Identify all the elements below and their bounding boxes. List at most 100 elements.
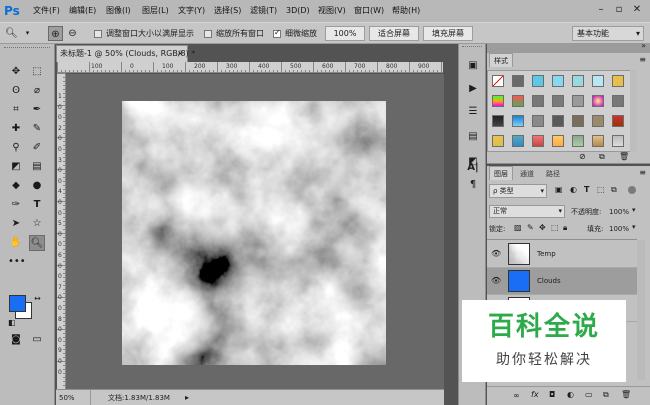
- adjustment-layer-icon[interactable]: ◐: [567, 390, 574, 399]
- blend-mode-select[interactable]: 正常 ▾: [489, 205, 565, 218]
- style-preset[interactable]: [492, 95, 504, 107]
- style-preset[interactable]: [572, 115, 584, 127]
- zoom-in-icon[interactable]: ⊕: [48, 26, 63, 41]
- new-group-icon[interactable]: ▭: [585, 390, 593, 399]
- layers-scrollbar[interactable]: [637, 240, 645, 380]
- more-tools-icon[interactable]: •••: [8, 254, 26, 270]
- lock-transparent-icon[interactable]: ▨: [514, 223, 522, 232]
- clouds-canvas-image[interactable]: [122, 101, 386, 365]
- style-preset[interactable]: [592, 135, 604, 147]
- styles-scrollbar[interactable]: [630, 70, 637, 152]
- lock-pixels-icon[interactable]: ✎: [527, 223, 534, 232]
- quick-select-tool-icon[interactable]: ⌀: [29, 83, 45, 99]
- blur-tool-icon[interactable]: ◆: [8, 178, 24, 194]
- move-tool-icon[interactable]: ✥: [8, 64, 24, 80]
- style-preset[interactable]: [612, 135, 624, 147]
- menu-3d[interactable]: 3D(D): [286, 4, 310, 18]
- style-preset[interactable]: [512, 75, 524, 87]
- panel-menu-icon[interactable]: ≡: [639, 55, 646, 64]
- style-preset[interactable]: [532, 135, 544, 147]
- history-brush-tool-icon[interactable]: ✐: [29, 140, 45, 156]
- collapse-panels-icon[interactable]: »: [641, 41, 646, 50]
- character-panel-icon[interactable]: A|: [465, 160, 481, 176]
- foreground-color-swatch[interactable]: [9, 295, 26, 312]
- style-preset[interactable]: [552, 75, 564, 87]
- style-preset[interactable]: [592, 95, 604, 107]
- chevron-down-icon[interactable]: ▾: [632, 206, 636, 214]
- zoom-100-button[interactable]: 100%: [325, 26, 365, 41]
- filter-toggle-icon[interactable]: [628, 186, 636, 194]
- scrubby-zoom-checkbox[interactable]: [273, 28, 281, 38]
- chevron-down-icon[interactable]: ▾: [20, 26, 35, 41]
- panel-menu-icon[interactable]: ≡: [639, 168, 646, 177]
- lock-artboard-icon[interactable]: ⬚: [551, 223, 559, 232]
- maximize-icon[interactable]: ▫: [612, 3, 626, 17]
- lock-all-icon[interactable]: 🔒︎: [563, 223, 567, 233]
- status-menu-arrow-icon[interactable]: ▸: [185, 392, 189, 404]
- crop-tool-icon[interactable]: ⌗: [8, 102, 24, 118]
- workspace-select[interactable]: 基本功能 ▾: [572, 26, 644, 41]
- link-layers-icon[interactable]: ∞: [513, 391, 520, 400]
- properties-panel-icon[interactable]: ☰: [465, 104, 481, 120]
- style-preset[interactable]: [492, 75, 504, 87]
- style-preset[interactable]: [552, 115, 564, 127]
- menu-view[interactable]: 视图(V): [318, 4, 346, 18]
- menu-window[interactable]: 窗口(W): [354, 4, 384, 18]
- gradient-tool-icon[interactable]: ▤: [29, 159, 45, 175]
- style-preset[interactable]: [532, 75, 544, 87]
- swap-colors-icon[interactable]: ↔: [34, 294, 41, 303]
- tab-channels[interactable]: 通道: [515, 166, 539, 180]
- style-preset[interactable]: [492, 115, 504, 127]
- opacity-value[interactable]: 100%: [609, 207, 629, 217]
- actions-panel-icon[interactable]: ▶: [465, 81, 481, 97]
- healing-brush-tool-icon[interactable]: ✚: [8, 121, 24, 137]
- fill-screen-button[interactable]: 填充屏幕: [423, 26, 473, 41]
- style-preset[interactable]: [572, 95, 584, 107]
- shape-tool-icon[interactable]: ☆: [29, 216, 45, 232]
- fill-value[interactable]: 100%: [609, 224, 629, 234]
- style-preset[interactable]: [552, 95, 564, 107]
- menu-help[interactable]: 帮助(H): [392, 4, 420, 18]
- layer-filter-select[interactable]: ρ 类型 ▾: [489, 184, 547, 198]
- eye-icon[interactable]: 👁︎: [491, 276, 501, 286]
- clone-stamp-tool-icon[interactable]: ⚲: [8, 140, 24, 156]
- delete-layer-icon[interactable]: 🗑︎: [621, 390, 631, 399]
- type-tool-icon[interactable]: T: [29, 197, 45, 213]
- zoom-level[interactable]: 50%: [59, 392, 75, 404]
- minimize-icon[interactable]: –: [594, 3, 608, 17]
- style-preset[interactable]: [612, 115, 624, 127]
- menu-filter[interactable]: 滤镜(T): [250, 4, 277, 18]
- style-preset[interactable]: [532, 115, 544, 127]
- style-preset[interactable]: [592, 75, 604, 87]
- style-preset[interactable]: [572, 135, 584, 147]
- filter-shape-icon[interactable]: ⬚: [597, 185, 605, 194]
- close-icon[interactable]: ✕: [630, 3, 644, 17]
- menu-image[interactable]: 图像(I): [106, 4, 131, 18]
- zoom-tool-icon[interactable]: 🔍︎: [29, 235, 45, 251]
- filter-pixel-icon[interactable]: ▣: [555, 185, 563, 194]
- layer-row-temp[interactable]: 👁︎ Temp: [487, 241, 637, 268]
- filter-smart-icon[interactable]: ⧉: [611, 185, 617, 195]
- close-document-icon[interactable]: ×: [177, 46, 184, 61]
- brush-tool-icon[interactable]: ✎: [29, 121, 45, 137]
- menu-select[interactable]: 选择(S): [214, 4, 241, 18]
- document-tab[interactable]: 未标题-1 @ 50% (Clouds, RGB/8) *: [56, 45, 195, 62]
- zoom-all-windows-checkbox[interactable]: [204, 30, 212, 38]
- menu-type[interactable]: 文字(Y): [178, 4, 205, 18]
- marquee-tool-icon[interactable]: ⬚: [29, 64, 45, 80]
- hand-tool-icon[interactable]: ✋: [8, 235, 24, 251]
- menu-file[interactable]: 文件(F): [33, 4, 60, 18]
- lasso-tool-icon[interactable]: ʘ: [8, 83, 24, 99]
- fit-screen-button[interactable]: 适合屏幕: [369, 26, 419, 41]
- layer-mask-icon[interactable]: ◘: [549, 390, 555, 399]
- style-preset[interactable]: [492, 135, 504, 147]
- tab-paths[interactable]: 路径: [541, 166, 565, 180]
- style-preset[interactable]: [612, 95, 624, 107]
- tab-styles[interactable]: 样式: [489, 53, 513, 67]
- screen-mode-icon[interactable]: ▭: [29, 332, 45, 348]
- quick-mask-icon[interactable]: ◙: [8, 332, 24, 348]
- zoom-out-icon[interactable]: ⊖: [65, 26, 80, 41]
- history-panel-icon[interactable]: ▣: [465, 58, 481, 74]
- new-style-icon[interactable]: ⧉: [599, 152, 605, 162]
- style-preset[interactable]: [592, 115, 604, 127]
